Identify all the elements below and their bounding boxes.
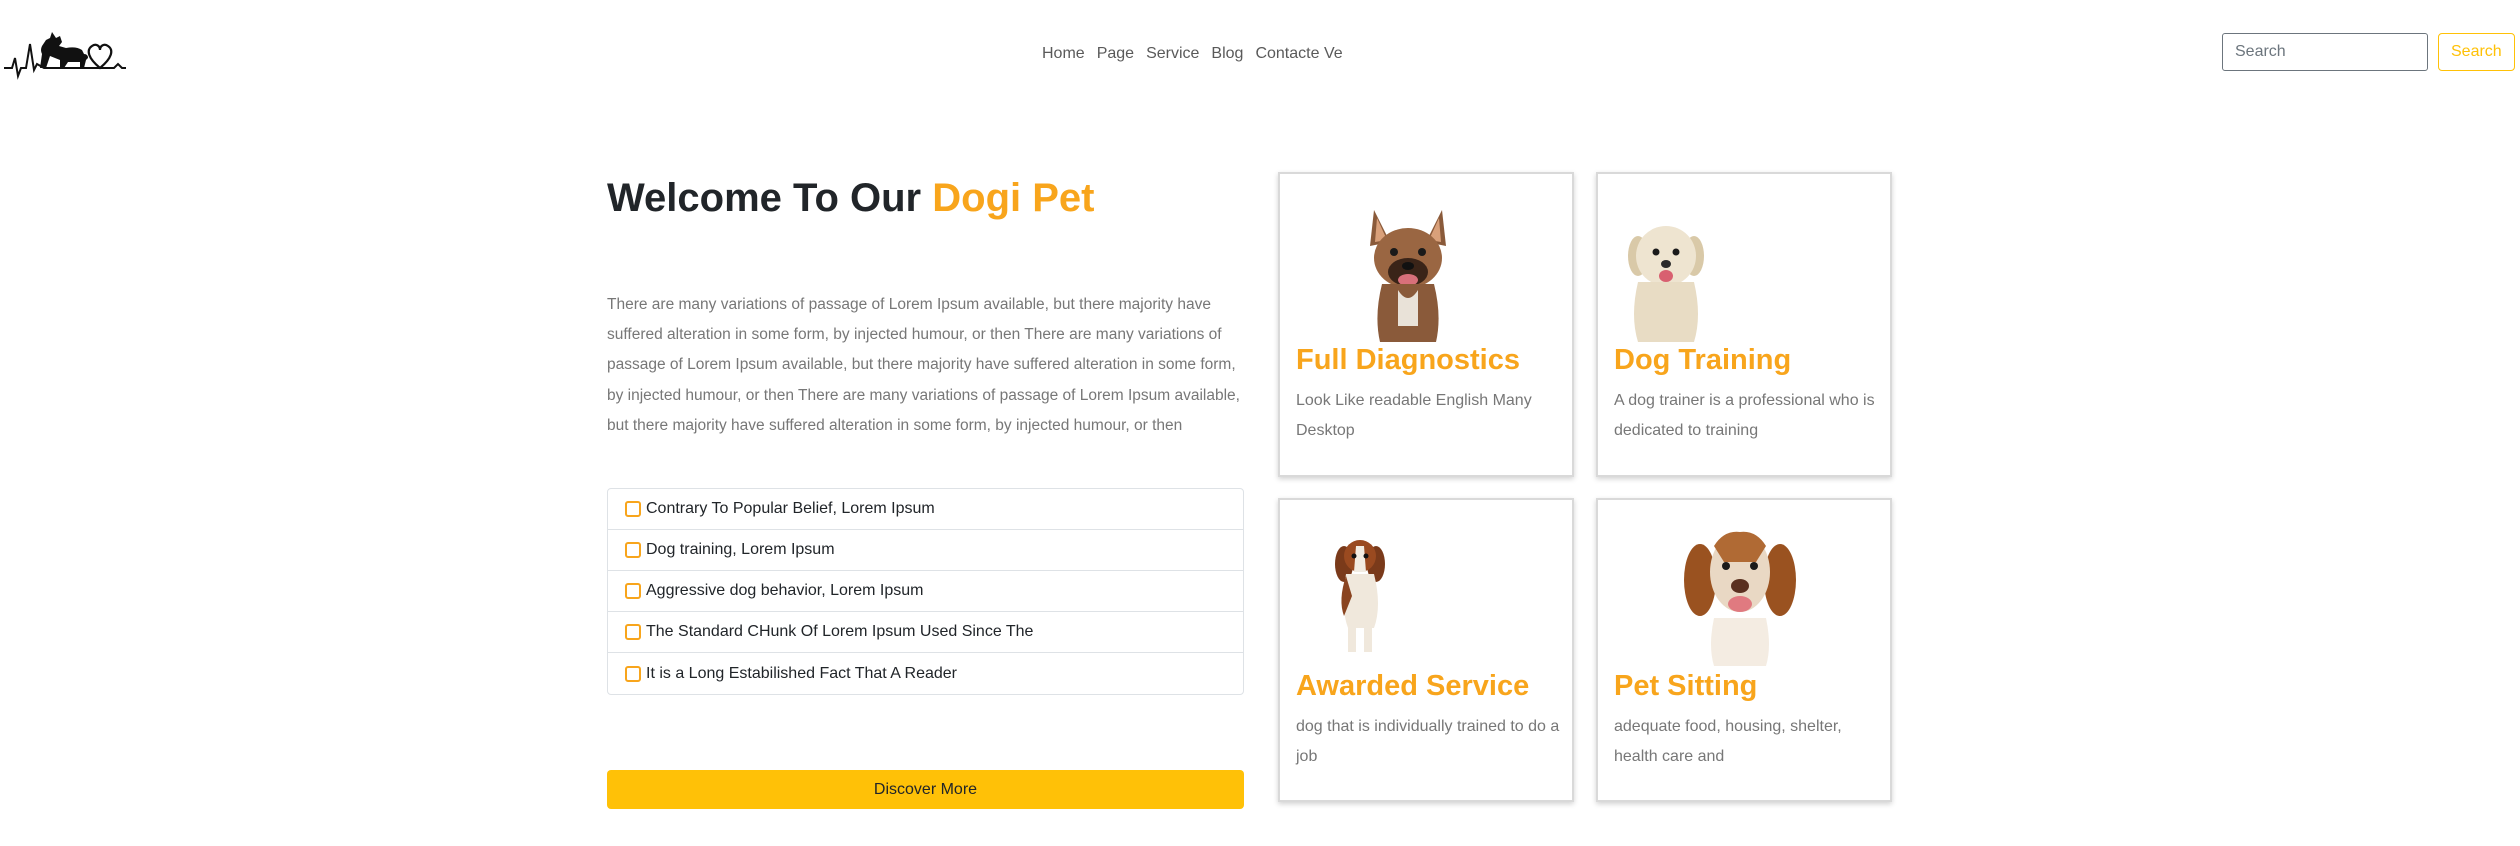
checklist-item[interactable]: Aggressive dog behavior, Lorem Ipsum [608,571,1243,612]
checklist-item[interactable]: Dog training, Lorem Ipsum [608,530,1243,571]
french-bulldog-photo [1360,206,1456,347]
nav-link-service[interactable]: Service [1140,40,1205,68]
service-card-sitting[interactable]: Pet Sitting adequate food, housing, shel… [1596,498,1892,802]
card-text: adequate food, housing, shelter, health … [1614,718,1842,765]
checkbox-icon[interactable] [625,624,641,640]
card-text: dog that is individually trained to do a… [1296,718,1560,765]
checklist-item-label: Aggressive dog behavior, Lorem Ipsum [646,582,924,599]
hero-title-accent: Dogi Pet [932,176,1095,220]
card-title: Awarded Service [1296,670,1530,702]
checkbox-icon[interactable] [625,501,641,517]
checklist-item[interactable]: It is a Long Estabilished Fact That A Re… [608,653,1243,694]
service-card-training[interactable]: Dog Training A dog trainer is a professi… [1596,172,1892,477]
checklist-item-label: It is a Long Estabilished Fact That A Re… [646,664,957,682]
checkbox-icon[interactable] [625,542,641,558]
checkbox-icon[interactable] [625,583,641,599]
nav-link-contact[interactable]: Contacte Ve [1249,40,1348,68]
search-form: Search [2222,33,2515,71]
card-text: A dog trainer is a professional who is d… [1614,392,1875,439]
checkbox-icon[interactable] [625,665,641,682]
checklist-item[interactable]: Contrary To Popular Belief, Lorem Ipsum [608,489,1243,530]
nav-link-page[interactable]: Page [1091,40,1140,68]
discover-more-button[interactable]: Discover More [607,770,1244,809]
beagle-photo [1684,526,1796,671]
feature-checklist: Contrary To Popular Belief, Lorem Ipsum … [607,488,1244,695]
nav-link-home[interactable]: Home [1036,40,1091,68]
card-title: Pet Sitting [1614,670,1758,702]
checklist-item-label: Dog training, Lorem Ipsum [646,541,835,558]
card-text: Look Like readable English Many Desktop [1296,392,1532,439]
dog-heartbeat-logo[interactable] [4,24,126,80]
hero-title: Welcome To Our Dogi Pet [607,172,1094,224]
search-button[interactable]: Search [2438,33,2515,71]
navbar: Home Page Service Blog Contacte Ve Searc… [0,0,2520,108]
hero-paragraph: There are many variations of passage of … [607,296,1240,434]
checklist-item-label: The Standard CHunk Of Lorem Ipsum Used S… [646,623,1034,640]
nav-link-blog[interactable]: Blog [1205,40,1249,68]
service-card-awarded[interactable]: Awarded Service dog that is individually… [1278,498,1574,802]
search-input[interactable] [2222,33,2428,71]
checklist-item[interactable]: The Standard CHunk Of Lorem Ipsum Used S… [608,612,1243,653]
spaniel-puppy-photo [1330,536,1392,661]
hero-title-main: Welcome To Our [607,176,922,220]
card-title: Full Diagnostics [1296,344,1520,376]
fluffy-dog-photo [1624,220,1708,347]
card-title: Dog Training [1614,344,1792,376]
main-nav: Home Page Service Blog Contacte Ve [1036,40,1349,68]
service-card-diagnostics[interactable]: Full Diagnostics Look Like readable Engl… [1278,172,1574,477]
checklist-item-label: Contrary To Popular Belief, Lorem Ipsum [646,500,935,517]
